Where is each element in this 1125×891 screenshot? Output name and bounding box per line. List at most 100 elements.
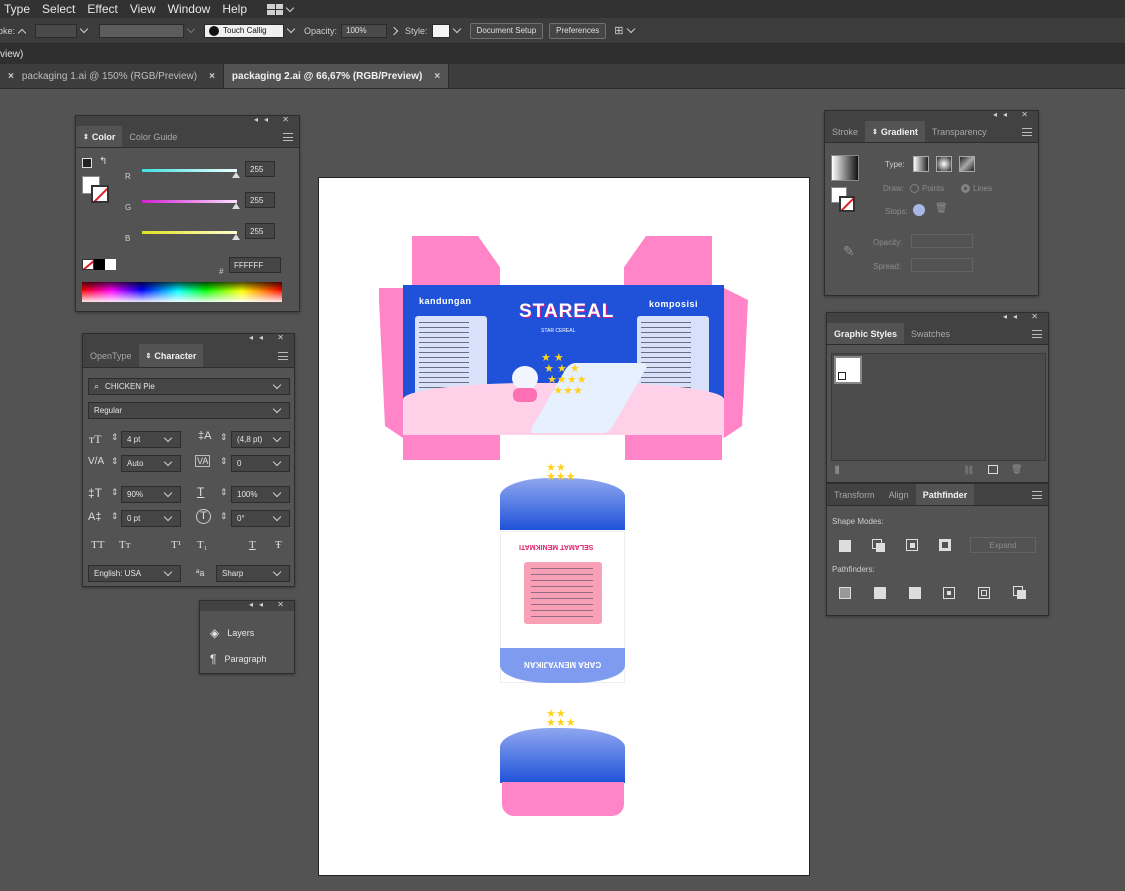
small-caps-button[interactable]: Tт <box>119 539 131 551</box>
tab-align[interactable]: Align <box>882 484 916 505</box>
menu-select[interactable]: Select <box>36 2 81 16</box>
stroke-stepper-icon[interactable] <box>17 28 27 37</box>
none-color-swatch[interactable] <box>82 259 94 270</box>
stepper-icon[interactable]: ⇕ <box>220 487 228 498</box>
stroke-swatch-none[interactable] <box>91 185 109 203</box>
rotation-field[interactable]: 0° <box>231 510 290 527</box>
r-slider-thumb[interactable] <box>232 172 240 178</box>
r-slider[interactable] <box>142 169 237 172</box>
antialias-dropdown[interactable]: Sharp <box>216 565 290 582</box>
default-style-swatch[interactable] <box>834 356 862 384</box>
trash-icon[interactable]: 🗑 <box>935 203 948 214</box>
brush-dropdown-icon[interactable] <box>286 24 296 34</box>
g-slider[interactable] <box>142 200 237 203</box>
workspace-switcher-icon[interactable] <box>267 3 284 15</box>
menu-type[interactable]: Type <box>0 2 36 16</box>
language-dropdown[interactable]: English: USA <box>88 565 181 582</box>
menu-view[interactable]: View <box>124 2 162 16</box>
collapse-close-icons[interactable]: ◂◂ ✕ <box>249 600 290 609</box>
stepper-icon[interactable]: ⇕ <box>111 511 119 522</box>
opacity-field[interactable] <box>911 234 973 248</box>
minus-back-icon[interactable] <box>1013 586 1026 599</box>
menu-help[interactable]: Help <box>216 2 253 16</box>
all-caps-button[interactable]: TT <box>91 539 104 551</box>
panel-menu-icon[interactable] <box>278 352 288 360</box>
subscript-button[interactable]: T₁ <box>197 539 208 551</box>
superscript-button[interactable]: T¹ <box>171 539 181 551</box>
minus-front-icon[interactable] <box>872 539 885 552</box>
divide-icon[interactable] <box>839 587 851 599</box>
gradient-preview-swatch[interactable] <box>831 155 859 181</box>
stepper-icon[interactable]: ⇕ <box>111 432 119 443</box>
tab-transform[interactable]: Transform <box>827 484 882 505</box>
trash-icon[interactable]: 🗑 <box>1011 464 1022 475</box>
stroke-weight-field[interactable] <box>35 23 78 38</box>
panel-menu-icon[interactable] <box>1022 128 1032 136</box>
opacity-arrow-icon[interactable] <box>389 26 399 35</box>
radial-gradient-button[interactable] <box>936 156 952 172</box>
outline-icon[interactable] <box>978 587 990 599</box>
opacity-field[interactable]: 100% <box>341 23 388 38</box>
tab-packaging-2[interactable]: packaging 2.ai @ 66,67% (RGB/Preview) × <box>223 64 450 88</box>
collapse-close-icons[interactable]: ◂◂ ✕ <box>254 115 295 124</box>
stepper-icon[interactable]: ⇕ <box>220 432 228 443</box>
spread-field[interactable] <box>911 258 973 272</box>
tab-swatches[interactable]: Swatches <box>904 323 957 344</box>
panel-menu-icon[interactable] <box>283 133 293 141</box>
strikethrough-button[interactable]: Ŧ <box>275 539 282 551</box>
new-style-icon[interactable] <box>988 465 998 474</box>
stepper-icon[interactable]: ⇕ <box>220 511 228 522</box>
stepper-icon[interactable]: ⇕ <box>111 487 119 498</box>
style-libraries-icon[interactable]: ⫼ <box>835 465 839 476</box>
panel-menu-icon[interactable] <box>1032 491 1042 499</box>
lines-option[interactable]: Lines <box>961 184 992 193</box>
tab-character[interactable]: ⇕ Character <box>138 344 204 367</box>
collapse-close-icons[interactable]: ◂◂ ✕ <box>993 110 1034 119</box>
tracking-field[interactable]: 0 <box>231 455 290 472</box>
style-dropdown-icon[interactable] <box>452 24 461 34</box>
font-style-dropdown[interactable]: Regular <box>88 402 290 419</box>
crop-icon[interactable] <box>943 587 955 599</box>
tab-graphic-styles[interactable]: Graphic Styles <box>827 323 905 344</box>
swap-colors-icon[interactable]: ↰ <box>99 156 107 167</box>
arrange-documents-icon[interactable]: ⊞ <box>614 24 623 37</box>
collapse-close-icons[interactable]: ◂◂ ✕ <box>249 333 290 342</box>
b-value-field[interactable]: 255 <box>245 223 275 239</box>
break-link-icon[interactable]: ⛓ <box>963 465 974 476</box>
intersect-icon[interactable] <box>906 539 918 551</box>
preferences-button[interactable]: Preferences <box>549 22 607 39</box>
default-colors-icon[interactable] <box>82 158 92 168</box>
tab-close-icon[interactable]: × <box>434 71 440 82</box>
gradient-stop-icon[interactable] <box>913 204 925 216</box>
baseline-shift-field[interactable]: 0 pt <box>121 510 181 527</box>
profile-dropdown-icon[interactable] <box>186 24 196 34</box>
tab-transparency[interactable]: Transparency <box>925 121 994 142</box>
exclude-icon[interactable] <box>939 539 951 551</box>
collapse-close-icons[interactable]: ◂◂ ✕ <box>1003 312 1044 321</box>
points-option[interactable]: Points <box>910 184 944 193</box>
tab-pathfinder[interactable]: Pathfinder <box>915 484 975 505</box>
b-slider-thumb[interactable] <box>232 234 240 240</box>
b-slider[interactable] <box>142 231 237 234</box>
tab-opentype[interactable]: OpenType <box>83 344 139 367</box>
paragraph-button[interactable]: ¶ Paragraph <box>210 652 266 666</box>
font-family-dropdown[interactable]: ⌕ CHICKEN Pie <box>88 378 290 395</box>
tab-close-icon[interactable]: × <box>209 71 215 82</box>
tab-packaging-1[interactable]: × packaging 1.ai @ 150% (RGB/Preview) × <box>0 64 224 88</box>
tab-stroke[interactable]: Stroke <box>825 121 865 142</box>
tab-gradient[interactable]: ⇕ Gradient <box>865 121 925 142</box>
horizontal-scale-field[interactable]: 100% <box>231 486 290 503</box>
gradient-stroke-none-swatch[interactable] <box>839 196 855 212</box>
merge-icon[interactable] <box>909 587 921 599</box>
black-swatch[interactable] <box>94 259 105 270</box>
menu-effect[interactable]: Effect <box>81 2 123 16</box>
leading-field[interactable]: (4,8 pt) <box>231 431 290 448</box>
tab-color[interactable]: ⇕ Color <box>76 126 123 147</box>
hex-value-field[interactable]: FFFFFF <box>229 257 281 273</box>
expand-button[interactable]: Expand <box>970 537 1036 553</box>
white-swatch[interactable] <box>105 259 116 270</box>
unite-icon[interactable] <box>839 540 851 552</box>
stepper-icon[interactable]: ⇕ <box>220 456 228 467</box>
artboard[interactable]: kandungan komposisi STAREAL STAR CEREAL … <box>318 177 810 876</box>
arrange-dropdown-icon[interactable] <box>626 24 635 34</box>
